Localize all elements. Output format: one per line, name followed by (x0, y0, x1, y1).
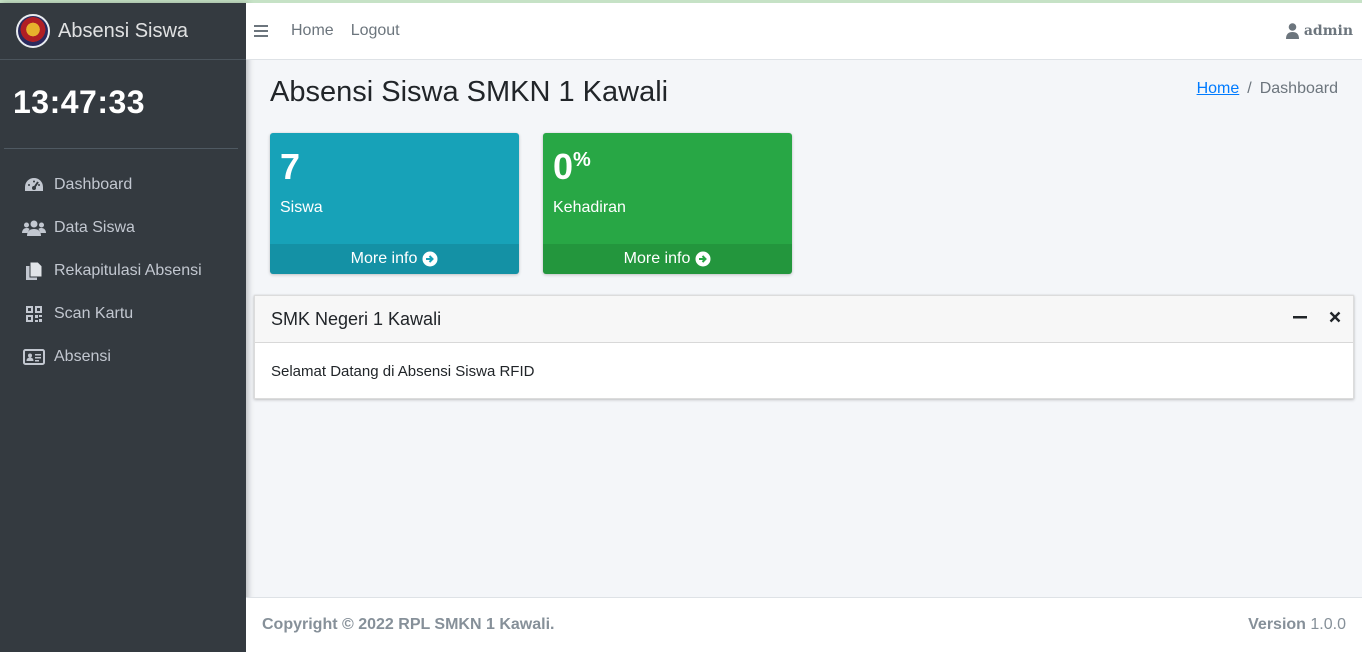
copy-icon (22, 261, 46, 281)
nav-link-home[interactable]: Home (291, 22, 334, 40)
close-icon (1329, 311, 1341, 323)
more-info-link[interactable]: More info (270, 244, 519, 274)
breadcrumb-home-link[interactable]: Home (1197, 80, 1240, 98)
users-icon (22, 220, 46, 236)
stat-value: 7 (280, 146, 301, 187)
remove-button[interactable] (1329, 311, 1341, 323)
copyright-text: Copyright © 2022 RPL SMKN 1 Kawali. (262, 616, 555, 633)
welcome-card: SMK Negeri 1 Kawali Selamat Datang di Ab… (254, 295, 1354, 399)
id-card-icon (22, 348, 46, 365)
breadcrumb: Home / Dashboard (1197, 80, 1338, 98)
breadcrumb-current: Dashboard (1259, 80, 1338, 97)
card-tools (1293, 310, 1341, 324)
user-name: admin (1303, 23, 1353, 39)
collapse-button[interactable] (1293, 310, 1307, 324)
top-navbar: Home Logout admin (246, 3, 1362, 60)
sidebar-item-label: Dashboard (54, 175, 133, 193)
stat-box-siswa: 7 Siswa More info (270, 133, 519, 274)
card-body: Selamat Datang di Absensi Siswa RFID (271, 363, 535, 380)
arrow-circle-right-icon (422, 251, 438, 267)
minus-icon (1293, 316, 1307, 319)
page-title: Absensi Siswa SMKN 1 Kawali (270, 76, 669, 108)
qrcode-icon (22, 305, 46, 323)
arrow-circle-right-icon (695, 251, 711, 267)
stat-label: Kehadiran (553, 199, 626, 216)
user-icon (1285, 23, 1299, 39)
sidebar-item-absensi[interactable]: Absensi (0, 335, 246, 378)
sidebar: Absensi Siswa 13:47:33 Dashboard Data Si… (0, 3, 246, 652)
page-footer: Copyright © 2022 RPL SMKN 1 Kawali. Vers… (246, 597, 1362, 652)
nav-link-logout[interactable]: Logout (351, 22, 400, 40)
stat-box-kehadiran: 0% Kehadiran More info (543, 133, 792, 274)
sidebar-item-dashboard[interactable]: Dashboard (0, 163, 246, 206)
card-title: SMK Negeri 1 Kawali (271, 308, 442, 329)
school-logo (16, 14, 50, 48)
menu-toggle-icon[interactable] (254, 25, 268, 37)
clock: 13:47:33 (13, 84, 146, 120)
tachometer-icon (22, 176, 46, 194)
brand-title: Absensi Siswa (58, 19, 189, 42)
sidebar-item-label: Absensi (54, 347, 111, 365)
sidebar-item-label: Scan Kartu (54, 304, 134, 322)
breadcrumb-separator: / (1247, 80, 1252, 97)
stat-label: Siswa (280, 199, 323, 216)
user-menu[interactable]: admin (1285, 23, 1353, 39)
version-info: Version 1.0.0 (1248, 616, 1346, 633)
sidebar-item-scan-kartu[interactable]: Scan Kartu (0, 292, 246, 335)
brand-link[interactable]: Absensi Siswa (0, 3, 246, 60)
card-header: SMK Negeri 1 Kawali (255, 296, 1353, 343)
more-info-link[interactable]: More info (543, 244, 792, 274)
sidebar-item-data-siswa[interactable]: Data Siswa (0, 206, 246, 249)
sidebar-item-label: Rekapitulasi Absensi (54, 261, 202, 279)
sidebar-item-rekapitulasi[interactable]: Rekapitulasi Absensi (0, 249, 246, 292)
sidebar-nav: Dashboard Data Siswa Rekapitulasi Absens… (0, 149, 246, 378)
sidebar-item-label: Data Siswa (54, 218, 135, 236)
stat-value: 0% (553, 146, 591, 187)
